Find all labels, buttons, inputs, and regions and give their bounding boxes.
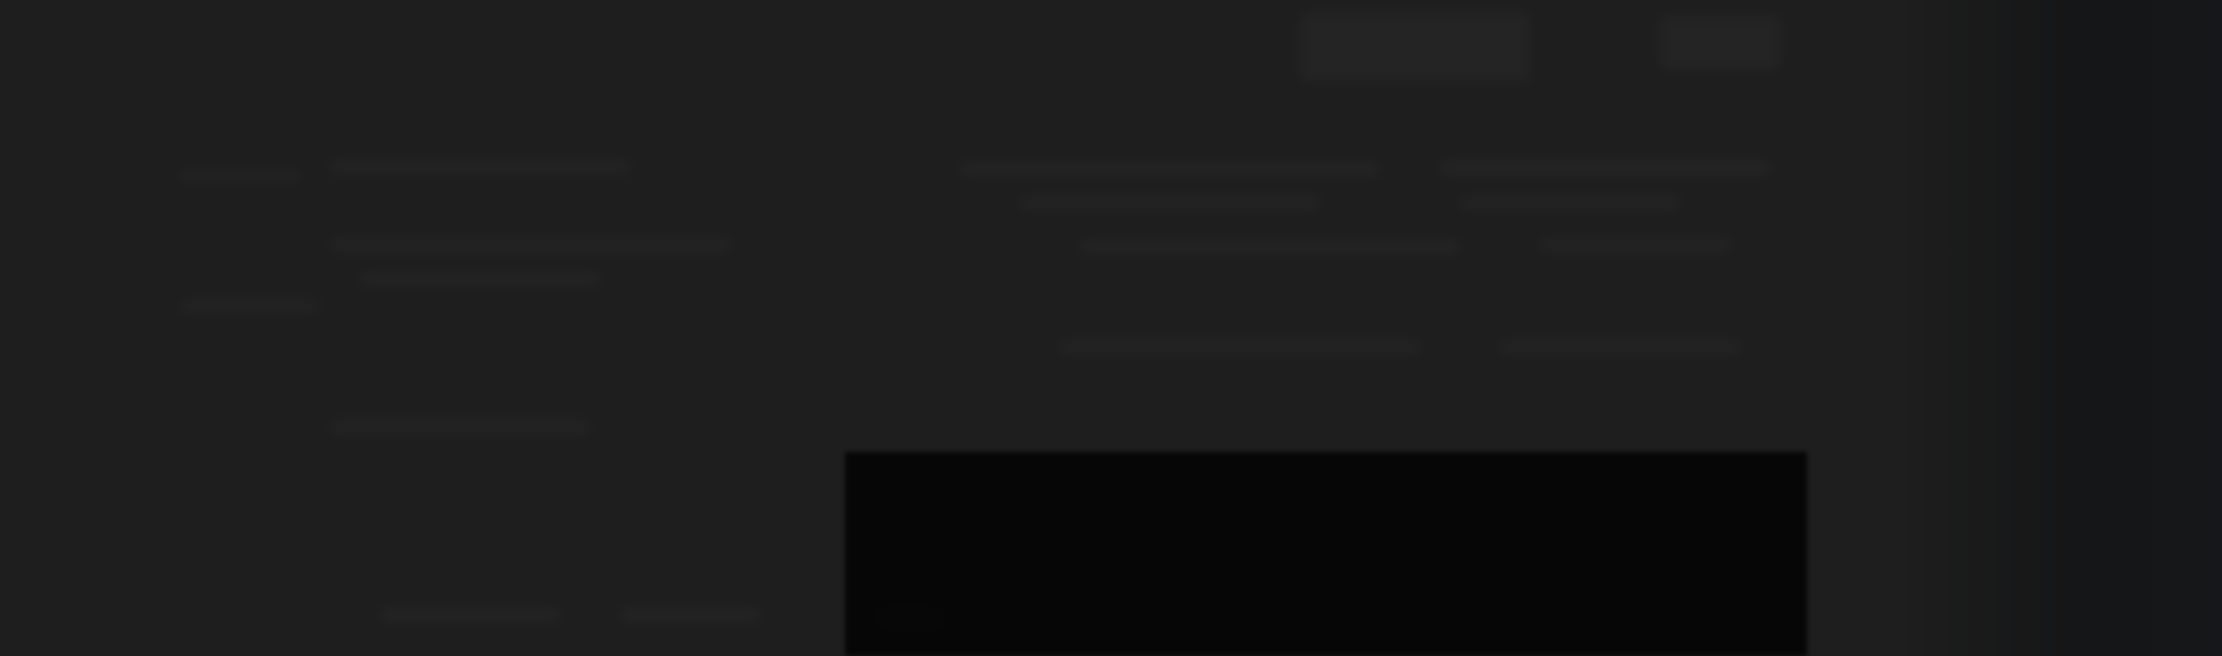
listing-row: lrwxr-xr-x 1 drunk99 admin 79B 1 25 22:3… xyxy=(6,530,2222,564)
terminal-output-line: total 0 xyxy=(6,428,2222,462)
terminal-screen[interactable]: (base) # drunk99 @ drunk99 in /usr/local… xyxy=(0,0,2222,656)
terminal-output-line: /3.9 xyxy=(6,496,2222,530)
terminal-output-line: ions/Current xyxy=(6,564,2222,598)
terminal-prompt-line: # drunk99 @ drunk99 in /usr/local/Framew… xyxy=(6,258,2222,292)
listing-row: drwxr-xr-x 6 drunk99 admin 192B 1 25 22:… xyxy=(6,190,2222,224)
terminal-line: (base) xyxy=(6,224,2222,258)
terminal-command-line[interactable]: [$ ll xyxy=(6,394,2222,428)
terminal-command-line[interactable]: [$ cd ./Frameworks xyxy=(6,20,2222,54)
terminal-window[interactable]: (base) # drunk99 @ drunk99 in /usr/local… xyxy=(0,0,2222,656)
terminal-line: (base) xyxy=(6,598,2222,632)
terminal-command-line[interactable]: [$ cd ./Python.framework/Versions xyxy=(6,292,2222,326)
terminal-output-line: total 0 xyxy=(6,156,2222,190)
terminal-line: (base) xyxy=(6,54,2222,88)
terminal-command-line[interactable]: [$ ll xyxy=(6,122,2222,156)
listing-row: lrwxr-xr-x 1 drunk99 admin 75B 1 25 22:3… xyxy=(6,462,2222,496)
terminal-prompt-line: # drunk99 @ drunk99 in /usr/local/Framew… xyxy=(6,360,2222,394)
terminal-line: (base) xyxy=(6,326,2222,360)
terminal-prompt-line: # drunk99 @ drunk99 in /usr/local/Framew… xyxy=(6,88,2222,122)
terminal-prompt-line: # drunk99 @ drunk99 in /usr/local [13:18… xyxy=(6,0,2222,20)
